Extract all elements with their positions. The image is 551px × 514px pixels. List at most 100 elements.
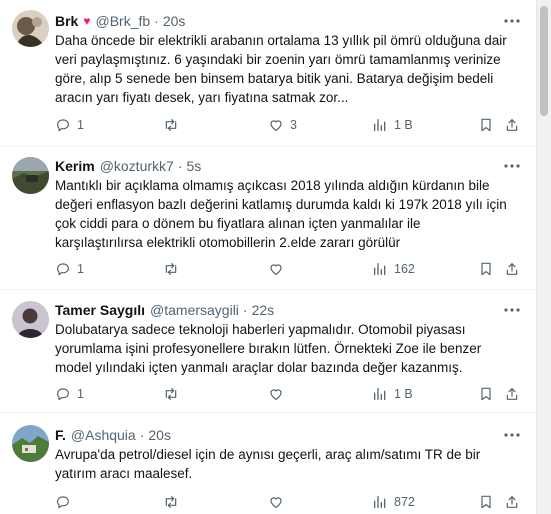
bookmark-button[interactable] [478, 385, 494, 403]
timestamp[interactable]: 20s [148, 427, 171, 443]
timestamp[interactable]: 22s [252, 302, 275, 318]
tweet-text-line: karşılaştırılırsa elektrikli otomobiller… [55, 235, 401, 250]
author-handle[interactable]: @Ashquia [71, 427, 136, 443]
reply-count: 1 [77, 262, 84, 276]
more-icon[interactable] [502, 301, 522, 319]
tweet-text-line: göre, alıp 5 senede ben binsem batarya b… [55, 71, 494, 86]
tweet-text: Dolubatarya sadece teknoloji haberleri y… [55, 320, 524, 377]
separator: · [154, 13, 159, 29]
tweet-text-line: veri paylaşmıştınız. 6 yaşındaki bir zoe… [55, 52, 501, 67]
tweet-text-line: model yılındaki içten yanmalı araçlar do… [55, 360, 463, 375]
tweet[interactable]: Tamer Saygılı @tamersaygili · 22s Doluba… [0, 290, 536, 413]
like-button[interactable] [268, 385, 290, 403]
reply-count: 1 [77, 387, 84, 401]
avatar[interactable] [12, 10, 49, 47]
bookmark-icon [481, 387, 491, 401]
tweet-header: Kerim @kozturkk7 · 5s [55, 157, 522, 175]
tweet-text-line: Dolubatarya sadece teknoloji haberleri y… [55, 322, 466, 337]
views-button[interactable]: 1 B [372, 116, 413, 134]
more-icon[interactable] [502, 12, 522, 30]
like-count: 3 [290, 118, 297, 132]
tweet[interactable]: F. @Ashquia · 20s Avrupa'da petrol/diese… [0, 413, 536, 514]
tweet[interactable]: Brk ♥ @Brk_fb · 20s Daha öncede bir elek… [0, 0, 536, 147]
like-button[interactable] [268, 260, 290, 278]
timestamp[interactable]: 5s [186, 158, 201, 174]
action-bar: 1 3 1 B [55, 116, 524, 134]
reply-button[interactable]: 1 [55, 260, 84, 278]
tweet-text-line: Avrupa'da petrol/diesel için de aynısı g… [55, 447, 481, 462]
reply-button[interactable]: 1 [55, 385, 84, 403]
bookmark-icon [481, 118, 491, 132]
tweet[interactable]: Kerim @kozturkk7 · 5s Mantıklı bir açıkl… [0, 147, 536, 290]
tweet-text-line: Mantıklı bir açıklama olmamış açıkcası 2… [55, 178, 490, 193]
reply-icon [57, 496, 69, 509]
share-button[interactable] [504, 116, 520, 134]
retweet-button[interactable] [162, 116, 186, 134]
retweet-icon [165, 263, 177, 275]
views-icon [374, 496, 386, 508]
retweet-icon [165, 119, 177, 131]
separator: · [242, 302, 248, 318]
author-name[interactable]: Brk [55, 13, 78, 29]
scrollbar-thumb[interactable] [540, 6, 548, 116]
views-count: 1 B [394, 387, 413, 401]
action-bar: 1 162 [55, 260, 524, 278]
tweet-header: F. @Ashquia · 20s [55, 426, 522, 444]
tweet-text-line: çok ciddi para o dönem bu fiyatlara alın… [55, 216, 421, 231]
reply-icon [57, 263, 69, 276]
views-count: 162 [394, 262, 415, 276]
like-button[interactable] [268, 493, 290, 511]
author-handle[interactable]: @tamersaygili [150, 302, 239, 318]
avatar[interactable] [12, 301, 49, 338]
reply-button[interactable]: 1 [55, 116, 84, 134]
avatar[interactable] [12, 425, 49, 462]
more-icon[interactable] [502, 157, 522, 175]
retweet-icon [165, 496, 177, 508]
views-button[interactable]: 1 B [372, 385, 413, 403]
share-button[interactable] [504, 385, 520, 403]
author-name[interactable]: Tamer Saygılı [55, 302, 145, 318]
author-handle[interactable]: @Brk_fb [95, 13, 150, 29]
like-button[interactable]: 3 [268, 116, 297, 134]
like-icon [270, 497, 282, 508]
avatar[interactable] [12, 157, 49, 194]
timestamp[interactable]: 20s [163, 13, 186, 29]
share-icon [506, 263, 518, 275]
bookmark-icon [481, 495, 491, 509]
more-icon[interactable] [502, 426, 522, 444]
action-bar: 1 1 B [55, 385, 524, 403]
author-name[interactable]: F. [55, 427, 66, 443]
scrollbar[interactable] [536, 0, 551, 514]
author-handle[interactable]: @kozturkk7 [100, 158, 174, 174]
author-name[interactable]: Kerim [55, 158, 95, 174]
tweet-text-line: değeri enflasyon bazlı değerini katlamış… [55, 197, 507, 212]
bookmark-button[interactable] [478, 260, 494, 278]
retweet-icon [165, 388, 177, 400]
like-icon [270, 120, 282, 131]
tweet-text: Mantıklı bir açıklama olmamış açıkcası 2… [55, 176, 524, 252]
retweet-button[interactable] [162, 493, 186, 511]
tweet-text-line: Daha öncede bir elektrikli arabanın orta… [55, 33, 507, 48]
timeline: Brk ♥ @Brk_fb · 20s Daha öncede bir elek… [0, 0, 536, 514]
views-count: 1 B [394, 118, 413, 132]
tweet-header: Brk ♥ @Brk_fb · 20s [55, 12, 522, 30]
share-button[interactable] [504, 493, 520, 511]
reply-button[interactable] [55, 493, 77, 511]
reply-count: 1 [77, 118, 84, 132]
tweet-text-line: aracın yarı fiyatı desek, yarı fiyatına … [55, 90, 349, 105]
views-button[interactable]: 162 [372, 260, 415, 278]
retweet-button[interactable] [162, 385, 186, 403]
tweet-text: Avrupa'da petrol/diesel için de aynısı g… [55, 445, 524, 483]
share-icon [506, 119, 518, 131]
separator: · [139, 427, 145, 443]
share-button[interactable] [504, 260, 520, 278]
bookmark-button[interactable] [478, 116, 494, 134]
bookmark-button[interactable] [478, 493, 494, 511]
retweet-button[interactable] [162, 260, 186, 278]
reply-icon [57, 119, 69, 132]
like-icon [270, 389, 282, 400]
separator: · [177, 158, 183, 174]
views-button[interactable]: 872 [372, 493, 415, 511]
views-icon [374, 388, 386, 400]
action-bar: 872 [55, 493, 524, 511]
